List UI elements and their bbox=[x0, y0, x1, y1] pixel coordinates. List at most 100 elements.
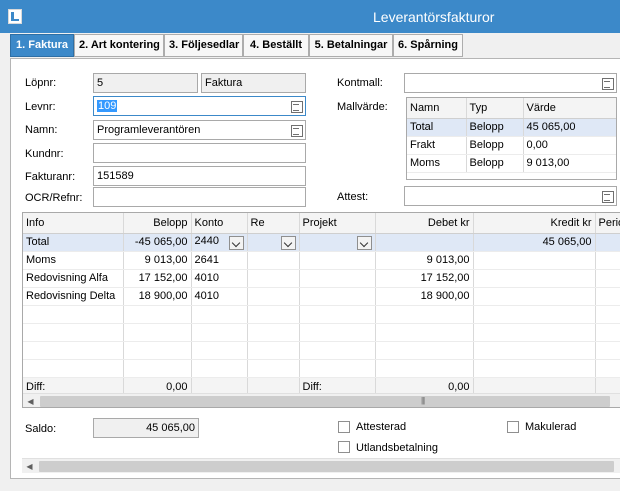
kontering-empty-row[interactable] bbox=[23, 323, 620, 342]
kontering-konto-value: 2440 bbox=[194, 234, 219, 247]
attest-input[interactable] bbox=[404, 186, 617, 206]
mallvarde-row[interactable]: Moms Belopp 9 013,00 bbox=[407, 154, 616, 173]
mallvarde-col-namn[interactable]: Namn bbox=[407, 98, 467, 119]
kontering-cell: 17 152,00 bbox=[375, 269, 474, 288]
kontmall-lookup-icon[interactable] bbox=[600, 76, 614, 90]
kontering-cell bbox=[473, 251, 596, 270]
kontering-cell: 9 013,00 bbox=[123, 251, 192, 270]
mallvarde-cell: Belopp bbox=[466, 154, 524, 173]
mallvarde-col-varde[interactable]: Värde bbox=[523, 98, 616, 119]
re-dropdown-icon[interactable] bbox=[280, 235, 296, 250]
scroll-grip-icon: ||| bbox=[421, 396, 425, 405]
kontering-col-debet[interactable]: Debet kr bbox=[375, 213, 474, 234]
mallvarde-cell: Total bbox=[407, 118, 467, 137]
kontering-hscroll[interactable]: ◀ ||| bbox=[23, 393, 620, 407]
tab-foljesedlar[interactable]: 3. Följesedlar bbox=[164, 34, 243, 57]
kontering-cell: 4010 bbox=[191, 287, 248, 306]
kontering-cell bbox=[595, 287, 620, 306]
mallvarde-row[interactable]: Frakt Belopp 0,00 bbox=[407, 136, 616, 155]
kontering-col-belopp[interactable]: Belopp bbox=[123, 213, 192, 234]
kontering-cell bbox=[247, 287, 300, 306]
kontering-header: Info Belopp Konto Re Projekt Debet kr Kr… bbox=[23, 213, 620, 234]
kontmall-label: Kontmall: bbox=[337, 77, 383, 89]
kontering-col-konto[interactable]: Konto bbox=[191, 213, 248, 234]
mallvarde-cell: 0,00 bbox=[523, 136, 616, 155]
kontering-empty-row[interactable] bbox=[23, 305, 620, 324]
kontering-cell bbox=[299, 251, 376, 270]
utlandsbetalning-label[interactable]: Utlandsbetalning bbox=[356, 442, 438, 454]
tab-art-kontering[interactable]: 2. Art kontering bbox=[74, 34, 164, 57]
kontering-cell bbox=[299, 287, 376, 306]
mallvarde-row[interactable]: Total Belopp 45 065,00 bbox=[407, 118, 616, 137]
levnr-input[interactable]: 109 bbox=[93, 96, 306, 116]
kontering-col-info[interactable]: Info bbox=[23, 213, 124, 234]
kontering-konto-cell[interactable]: 2440 bbox=[191, 233, 248, 252]
namn-input[interactable]: Programleverantören bbox=[93, 120, 306, 140]
kontering-cell bbox=[375, 233, 474, 252]
attesterad-label[interactable]: Attesterad bbox=[356, 421, 406, 433]
fakturanr-label: Fakturanr: bbox=[25, 171, 76, 183]
mallvarde-cell: Frakt bbox=[407, 136, 467, 155]
fakturanr-input[interactable]: 151589 bbox=[93, 166, 306, 186]
panel-scroll-left-icon[interactable]: ◀ bbox=[22, 459, 37, 474]
makulerad-label[interactable]: Makulerad bbox=[525, 421, 576, 433]
kontering-cell: 45 065,00 bbox=[473, 233, 596, 252]
kontering-row[interactable]: Total -45 065,00 2440 45 065,00 bbox=[23, 233, 620, 252]
kontering-empty-row[interactable] bbox=[23, 341, 620, 360]
makulerad-checkbox[interactable] bbox=[507, 421, 519, 433]
kontering-cell: 4010 bbox=[191, 269, 248, 288]
kundnr-input[interactable] bbox=[93, 143, 306, 163]
projekt-dropdown-icon[interactable] bbox=[356, 235, 372, 250]
faktura-panel: Löpnr: 5 Faktura Levnr: 109 Namn: Progra… bbox=[10, 58, 620, 479]
attesterad-checkbox[interactable] bbox=[338, 421, 350, 433]
kontering-col-kredit[interactable]: Kredit kr bbox=[473, 213, 596, 234]
tab-faktura[interactable]: 1. Faktura bbox=[10, 34, 74, 57]
ocr-input[interactable] bbox=[93, 187, 306, 207]
mallvarde-grid: Namn Typ Värde Total Belopp 45 065,00 Fr… bbox=[406, 97, 617, 180]
kontering-cell: -45 065,00 bbox=[123, 233, 192, 252]
levnr-label: Levnr: bbox=[25, 101, 56, 113]
scroll-left-icon[interactable]: ◀ bbox=[23, 394, 38, 407]
saldo-label: Saldo: bbox=[25, 423, 57, 435]
levnr-lookup-icon[interactable] bbox=[289, 99, 303, 113]
kontering-cell: 17 152,00 bbox=[123, 269, 192, 288]
namn-lookup-icon[interactable] bbox=[289, 123, 303, 137]
kontering-cell: 18 900,00 bbox=[123, 287, 192, 306]
tab-sparning[interactable]: 6. Spårning bbox=[393, 34, 463, 57]
panel-hscroll[interactable]: ◀ bbox=[22, 458, 620, 473]
konto-dropdown-icon[interactable] bbox=[228, 235, 244, 250]
kontering-row[interactable]: Moms 9 013,00 2641 9 013,00 bbox=[23, 251, 620, 270]
kontering-cell bbox=[473, 287, 596, 306]
kontering-row[interactable]: Redovisning Delta 18 900,00 4010 18 900,… bbox=[23, 287, 620, 306]
namn-label: Namn: bbox=[25, 124, 58, 136]
kontering-empty-row[interactable] bbox=[23, 359, 620, 378]
mallvarde-col-typ[interactable]: Typ bbox=[466, 98, 524, 119]
saldo-field: 45 065,00 bbox=[93, 418, 199, 438]
kontmall-input[interactable] bbox=[404, 73, 617, 93]
kontering-cell: 18 900,00 bbox=[375, 287, 474, 306]
utlandsbetalning-checkbox[interactable] bbox=[338, 441, 350, 453]
levnr-value: 109 bbox=[97, 100, 118, 112]
kontering-col-projekt[interactable]: Projekt bbox=[299, 213, 376, 234]
kontering-re-cell[interactable] bbox=[247, 233, 300, 252]
attest-lookup-icon[interactable] bbox=[600, 189, 614, 203]
kontering-cell: Redovisning Delta bbox=[23, 287, 124, 306]
kontering-cell: 2641 bbox=[191, 251, 248, 270]
scroll-thumb[interactable] bbox=[40, 396, 610, 407]
tab-bestallt[interactable]: 4. Beställt bbox=[243, 34, 309, 57]
panel-scroll-thumb[interactable] bbox=[39, 461, 614, 472]
kontering-cell: Moms bbox=[23, 251, 124, 270]
tab-betalningar[interactable]: 5. Betalningar bbox=[309, 34, 393, 57]
mallvarde-cell: Moms bbox=[407, 154, 467, 173]
kontering-projekt-cell[interactable] bbox=[299, 233, 376, 252]
kontering-col-period[interactable]: Perio bbox=[595, 213, 620, 234]
mallvarde-cell: 9 013,00 bbox=[523, 154, 616, 173]
kontering-cell bbox=[595, 269, 620, 288]
mallvarde-cell: 45 065,00 bbox=[523, 118, 616, 137]
namn-value: Programleverantören bbox=[97, 124, 201, 136]
kontering-row[interactable]: Redovisning Alfa 17 152,00 4010 17 152,0… bbox=[23, 269, 620, 288]
mallvarde-cell: Belopp bbox=[466, 136, 524, 155]
kundnr-label: Kundnr: bbox=[25, 148, 64, 160]
kontering-col-re[interactable]: Re bbox=[247, 213, 300, 234]
app-icon bbox=[8, 9, 22, 24]
